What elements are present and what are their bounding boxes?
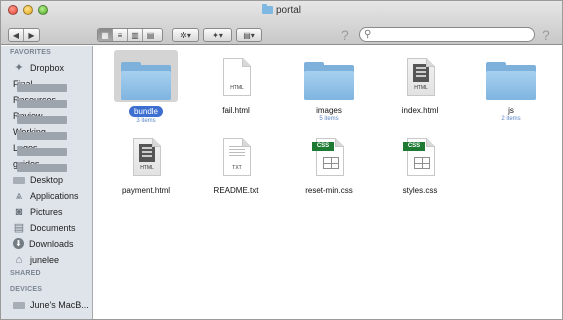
sidebar-item-resources[interactable]: Resources [13,93,67,108]
sidebar-section-shared: SHARED [10,270,41,277]
file-name: images [316,106,342,115]
file-name: reset-min.css [305,186,353,195]
sidebar-item-device[interactable]: June's MacB... [13,298,89,311]
downloads-icon: ⬇ [13,238,24,249]
file-item-index-html[interactable]: HTML index.html [375,56,465,115]
sidebar-item-label: Downloads [29,238,74,249]
coverflow-view-button[interactable]: ▤ [143,29,158,41]
help-icon-right[interactable]: ? [542,27,550,43]
list-view-button[interactable]: ≡ [113,29,128,41]
folder-icon [304,62,354,100]
window-title-label: portal [275,5,301,16]
folder-icon [17,146,67,156]
html-preview-icon: HTML [407,58,435,96]
file-grid: bundle 3 items HTML fail.html images 5 i… [94,46,562,319]
folder-icon [261,4,273,14]
css-file-icon: CSS [312,138,344,176]
sidebar-item-label: June's MacB... [30,299,89,310]
folder-icon [121,62,171,100]
search-icon: ⚲ [364,29,372,40]
html-file-icon: HTML [223,58,251,96]
folder-icon [17,98,67,108]
file-item-payment-html[interactable]: HTML payment.html [101,136,191,195]
sidebar-item-guides[interactable]: guides [13,157,67,172]
file-name: fail.html [222,106,250,115]
html-preview-icon: HTML [133,138,161,176]
file-item-reset-min-css[interactable]: CSS reset-min.css [284,136,374,195]
sidebar-section-favorites: FAVORITES [10,49,51,56]
sidebar-item-pictures[interactable]: ◙ Pictures [13,205,63,218]
desktop-icon [13,177,25,184]
folder-icon [17,162,67,172]
view-mode-control: ▦ ≡ ▥ ▤ [97,28,163,42]
home-icon: ⌂ [15,253,23,266]
icon-view-button[interactable]: ▦ [98,29,113,41]
sidebar-item-applications[interactable]: ⩓ Applications [13,189,79,202]
toolbar: portal ◀ ▶ ▦ ≡ ▥ ▤ ✲▾ ✦▾ ▤▾ ? ⚲ ? [1,1,562,45]
file-item-readme-txt[interactable]: TXT README.txt [191,136,281,195]
file-item-fail-html[interactable]: HTML fail.html [191,56,281,115]
folder-icon [486,62,536,100]
file-item-count: 3 items [136,118,156,124]
sidebar-item-label: Pictures [30,206,63,217]
file-item-bundle[interactable]: bundle 3 items [101,50,191,124]
folder-icon [17,114,67,124]
help-icon[interactable]: ? [341,27,349,43]
sidebar-item-label: Documents [30,222,76,233]
finder-window: portal ◀ ▶ ▦ ≡ ▥ ▤ ✲▾ ✦▾ ▤▾ ? ⚲ ? FAVORI… [0,0,563,320]
file-item-js[interactable]: js 2 items [466,56,556,122]
sidebar-item-working[interactable]: Working [13,125,67,140]
sidebar-item-final[interactable]: Final [13,77,67,92]
folder-icon [17,130,67,140]
sidebar-item-dropbox[interactable]: ✦ Dropbox [13,61,64,74]
column-view-button[interactable]: ▥ [128,29,143,41]
dropbox-menu-button[interactable]: ✦▾ [203,28,232,42]
file-item-count: 5 items [319,116,339,122]
documents-icon: ▤ [13,221,25,234]
sidebar-item-documents[interactable]: ▤ Documents [13,221,76,234]
sidebar-section-devices: DEVICES [10,286,43,293]
file-name: index.html [401,106,439,115]
back-forward-control: ◀ ▶ [8,28,40,42]
file-item-images[interactable]: images 5 items [284,56,374,122]
file-name: README.txt [213,186,259,195]
sidebar-item-logos[interactable]: Logos [13,141,67,156]
folder-icon [17,82,67,92]
css-file-icon: CSS [403,138,435,176]
sidebar-item-label: junelee [30,254,60,265]
file-name: bundle [128,106,164,117]
sidebar-item-desktop[interactable]: Desktop [13,173,63,186]
window-title: portal [1,4,562,16]
sidebar: FAVORITES ✦ Dropbox Final Resources Revie… [1,46,93,319]
sidebar-item-label: Desktop [30,174,64,185]
search-field[interactable]: ⚲ [359,27,535,42]
back-button[interactable]: ◀ [9,29,24,41]
arrange-menu-button[interactable]: ▤▾ [236,28,262,42]
file-item-styles-css[interactable]: CSS styles.css [375,136,465,195]
action-menu-button[interactable]: ✲▾ [172,28,199,42]
applications-icon: ⩓ [15,189,23,202]
sidebar-item-junelee[interactable]: ⌂ junelee [13,253,59,266]
camera-icon: ◙ [15,205,23,218]
sidebar-item-downloads[interactable]: ⬇ Downloads [13,237,74,250]
file-name: payment.html [121,186,171,195]
laptop-icon [13,302,25,309]
dropbox-icon: ✦ [14,61,24,74]
file-name: styles.css [402,186,438,195]
sidebar-item-review[interactable]: Review [13,109,67,124]
sidebar-item-label: Applications [30,190,79,201]
text-file-icon: TXT [223,138,251,176]
sidebar-item-label: Dropbox [30,62,65,73]
file-item-count: 2 items [501,116,521,122]
forward-button[interactable]: ▶ [24,29,39,41]
file-name: js [508,106,514,115]
